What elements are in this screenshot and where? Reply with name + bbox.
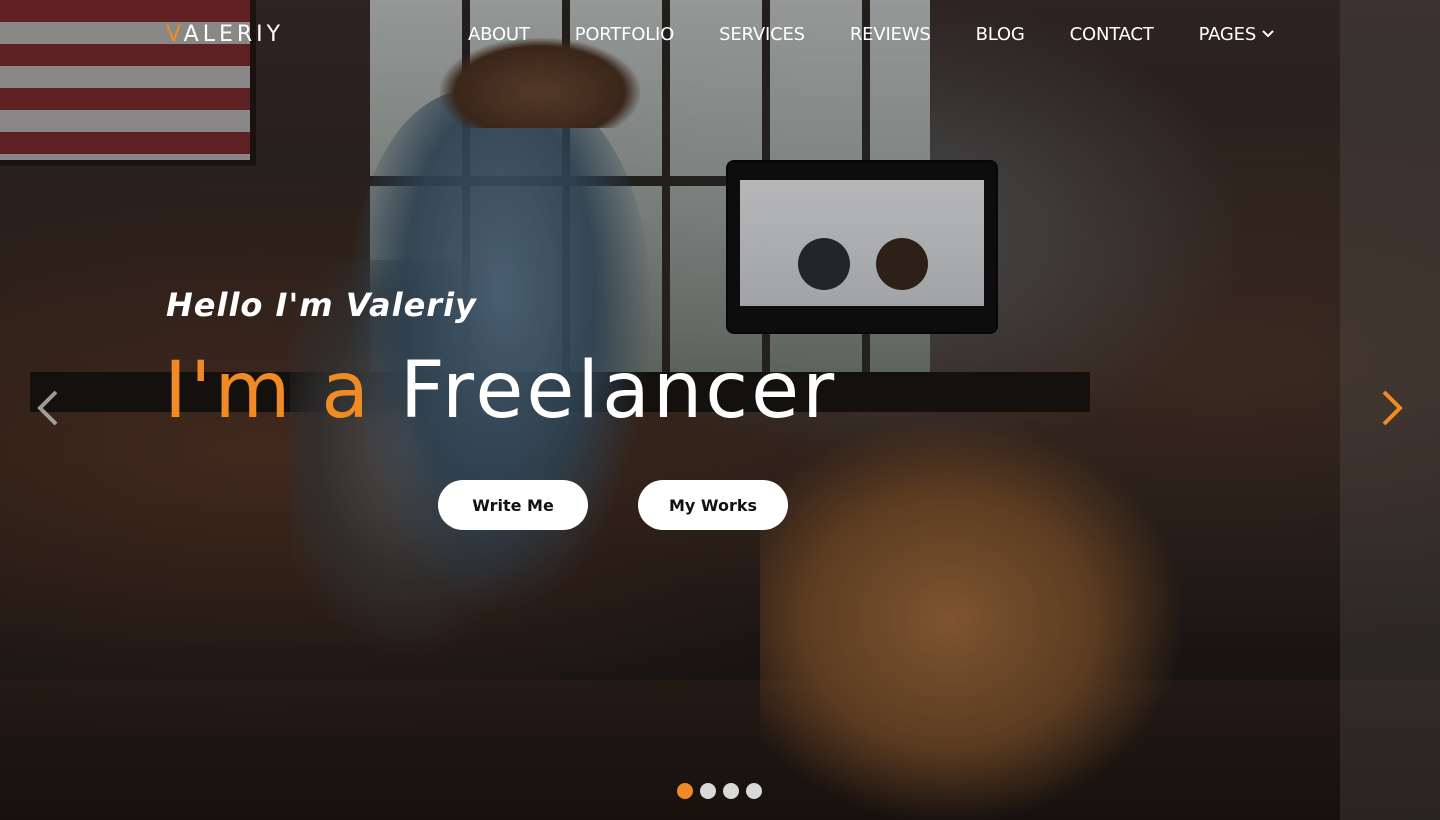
carousel-dot-1[interactable] [677, 783, 693, 799]
carousel-dot-4[interactable] [746, 783, 762, 799]
hero-headline-word: Freelancer [399, 346, 838, 436]
nav-item-pages-label: PAGES [1198, 24, 1257, 45]
chevron-down-icon [1262, 27, 1274, 41]
carousel-dot-2[interactable] [700, 783, 716, 799]
hero-greeting: Hello I'm Valeriy [166, 286, 477, 324]
nav-item-blog[interactable]: BLOG [976, 24, 1025, 45]
nav-item-about[interactable]: ABOUT [468, 24, 530, 45]
site-logo[interactable]: VALERIY [166, 22, 284, 47]
nav-item-pages[interactable]: PAGES [1199, 24, 1274, 45]
nav-links: ABOUT PORTFOLIO SERVICES REVIEWS BLOG CO… [468, 24, 1319, 45]
carousel-dots [677, 783, 762, 799]
logo-rest: ALERIY [183, 22, 285, 47]
nav-item-contact[interactable]: CONTACT [1070, 24, 1154, 45]
nav-item-portfolio[interactable]: PORTFOLIO [575, 24, 675, 45]
write-me-button[interactable]: Write Me [438, 480, 588, 530]
my-works-button[interactable]: My Works [638, 480, 788, 530]
hero-headline-prefix: I'm a [164, 346, 373, 436]
logo-first-letter: V [166, 22, 184, 47]
carousel-dot-3[interactable] [723, 783, 739, 799]
chevron-right-icon[interactable] [1378, 388, 1406, 436]
hero-section: VALERIY ABOUT PORTFOLIO SERVICES REVIEWS… [0, 0, 1440, 820]
nav-item-services[interactable]: SERVICES [719, 24, 805, 45]
nav-item-reviews[interactable]: REVIEWS [850, 24, 931, 45]
navbar: VALERIY ABOUT PORTFOLIO SERVICES REVIEWS… [0, 0, 1440, 70]
hero-headline: I'm a Freelancer [164, 346, 837, 436]
chevron-left-icon[interactable] [34, 388, 62, 436]
